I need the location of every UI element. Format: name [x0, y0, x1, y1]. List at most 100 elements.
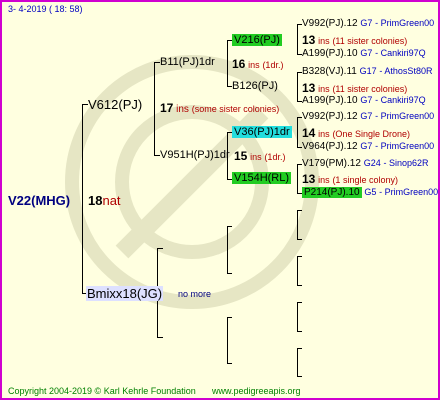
gen4-bracket: [297, 72, 298, 102]
gen5-code: G24: [363, 158, 381, 168]
print-date: 3- 4-2019 ( 18: 58): [8, 4, 83, 14]
gen5-row[interactable]: V179(PM).12 G24 - Sinop62R: [302, 158, 429, 169]
sire-sire-note: (1dr.): [262, 60, 284, 70]
gen3-bracket: [227, 40, 228, 86]
gen4-bracket: [297, 164, 298, 194]
gen5-queen: P214(PJ).10: [302, 187, 362, 198]
sire-ins: ins: [176, 104, 189, 115]
gen5-queen: V179(PM).12: [302, 158, 361, 169]
sire-bracket: [154, 62, 155, 156]
footer-url[interactable]: www.pedigreeapis.org: [212, 386, 301, 396]
gen3-bracket: [227, 226, 228, 273]
sire-note: (some sister colonies): [191, 104, 280, 114]
connector: [297, 302, 302, 303]
sire-number: 17: [160, 101, 174, 115]
sire-sire-ins: ins: [248, 60, 260, 70]
gen5-mid-number: 13: [302, 172, 316, 186]
ss-sire-queen[interactable]: V216(PJ): [232, 34, 282, 46]
gen4-bracket: [297, 348, 298, 377]
gen5-code: G7: [360, 111, 373, 121]
sire-sire-info: 16 ins (1dr.): [232, 57, 283, 71]
root-year-info: 18nat: [88, 193, 121, 208]
gen5-code: G17: [359, 66, 377, 76]
gen5-row[interactable]: A199(PJ).10 G7 - Cankiri97Q: [302, 95, 426, 106]
gen3-bracket: [227, 317, 228, 363]
dam-note: no more: [178, 289, 212, 299]
gen5-mid-note: (11 sister colonies): [332, 36, 408, 46]
gen4-bracket: [297, 117, 298, 148]
dam-queen[interactable]: Bmixx18(JG): [86, 286, 164, 301]
connector: [157, 337, 163, 338]
gen5-row[interactable]: B328(VJ).11 G17 - AthosSt80R: [302, 66, 432, 77]
gen5-queen: B328(VJ).11: [302, 66, 357, 77]
gen5-mid-ins: ins: [318, 84, 330, 94]
gen5-line: - PrimGreen00: [375, 18, 435, 28]
root-suffix: nat: [102, 193, 121, 208]
sire-info: 17 ins (some sister colonies): [160, 101, 279, 115]
connector: [227, 273, 232, 274]
connector: [297, 239, 302, 240]
gen5-line: - Sinop62R: [383, 158, 429, 168]
root-queen[interactable]: V22(MHG): [8, 193, 70, 208]
gen5-line: - Cankiri97Q: [375, 48, 426, 58]
sire-queen[interactable]: V612(PJ): [88, 97, 142, 112]
gen5-code: G7: [360, 48, 373, 58]
connector: [297, 331, 302, 332]
gen5-mid-number: 14: [302, 126, 316, 140]
gen5-row[interactable]: V992(PJ).12 G7 - PrimGreen00: [302, 18, 434, 29]
root-bracket: [82, 104, 83, 294]
gen5-mid-note: (11 sister colonies): [332, 84, 408, 94]
watermark-logo: [65, 55, 319, 309]
sd-sire-queen[interactable]: V36(PJ)1dr: [232, 126, 292, 138]
gen5-mid-ins: ins: [318, 129, 330, 139]
gen5-line: - PrimGreen00: [379, 187, 439, 197]
connector: [297, 376, 302, 377]
gen4-bracket: [297, 302, 298, 332]
connector: [227, 363, 232, 364]
connector: [227, 226, 232, 227]
gen4-bracket: [297, 256, 298, 286]
gen5-mid-note: (1 single colony): [332, 175, 398, 185]
gen5-mid-row: 13 ins (1 single colony): [302, 172, 398, 186]
gen5-queen: A199(PJ).10: [302, 95, 358, 106]
gen5-row[interactable]: A199(PJ).10 G7 - Cankiri97Q: [302, 48, 426, 59]
gen5-code: G5: [364, 187, 377, 197]
gen5-mid-row: 13 ins (11 sister colonies): [302, 33, 407, 47]
sire-sire-number: 16: [232, 57, 246, 71]
sd-dam-queen[interactable]: V154H(RL): [232, 172, 292, 184]
gen5-queen: V992(PJ).12: [302, 111, 358, 122]
gen5-queen: A199(PJ).10: [302, 48, 358, 59]
gen5-row[interactable]: V992(PJ).12 G7 - PrimGreen00: [302, 111, 434, 122]
gen5-mid-ins: ins: [318, 175, 330, 185]
root-number: 18: [88, 193, 103, 208]
connector: [157, 248, 163, 249]
gen4-bracket: [297, 24, 298, 55]
sire-dam-info: 15 ins (1dr.): [234, 149, 285, 163]
connector: [227, 317, 232, 318]
connector: [297, 285, 302, 286]
gen5-mid-ins: ins: [318, 36, 330, 46]
gen5-queen: V992(PJ).12: [302, 18, 358, 29]
gen4-bracket: [297, 210, 298, 240]
connector: [297, 348, 302, 349]
gen5-row[interactable]: V964(PJ).12 G7 - PrimGreen00: [302, 141, 434, 152]
gen5-mid-number: 13: [302, 33, 316, 47]
sire-dam-queen[interactable]: V951H(PJ)1dr: [160, 149, 230, 161]
gen5-row[interactable]: P214(PJ).10 G5 - PrimGreen00: [302, 187, 438, 198]
connector: [297, 256, 302, 257]
sire-sire-queen[interactable]: B11(PJ)1dr: [160, 56, 215, 68]
gen5-mid-row: 14 ins (One Single Drone): [302, 126, 410, 140]
gen5-line: - AthosSt80R: [379, 66, 433, 76]
ss-dam-queen[interactable]: B126(PJ): [232, 80, 278, 92]
gen5-mid-note: (One Single Drone): [332, 129, 410, 139]
connector: [297, 210, 302, 211]
gen5-line: - Cankiri97Q: [375, 95, 426, 105]
gen5-code: G7: [360, 141, 373, 151]
gen5-mid-row: 13 ins (11 sister colonies): [302, 81, 407, 95]
gen5-line: - PrimGreen00: [375, 141, 435, 151]
sire-dam-ins: ins: [250, 152, 262, 162]
sire-dam-note: (1dr.): [264, 152, 286, 162]
gen5-code: G7: [360, 95, 373, 105]
gen5-queen: V964(PJ).12: [302, 141, 358, 152]
gen5-line: - PrimGreen00: [375, 111, 435, 121]
